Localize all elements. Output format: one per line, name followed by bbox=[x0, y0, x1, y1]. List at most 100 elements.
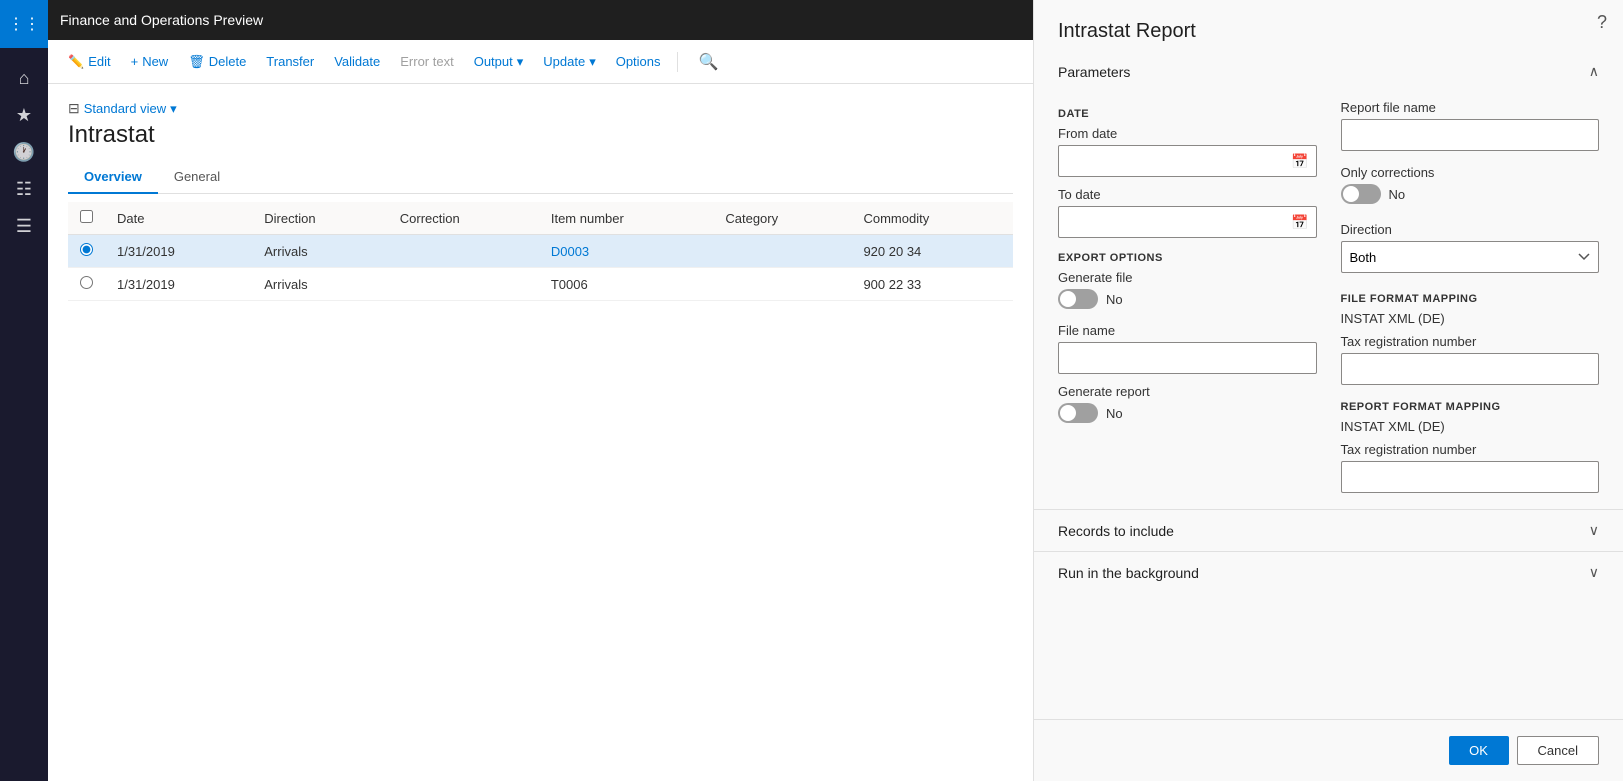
parameters-section-content: DATE From date 📅 To date 📅 EXPORT OPT bbox=[1034, 92, 1623, 509]
select-all-checkbox[interactable] bbox=[80, 210, 93, 223]
generate-report-group: Generate report No bbox=[1058, 384, 1317, 427]
records-section-header[interactable]: Records to include ∨ bbox=[1034, 509, 1623, 551]
generate-file-slider bbox=[1058, 289, 1098, 309]
tab-general[interactable]: General bbox=[158, 161, 236, 194]
options-button[interactable]: Options bbox=[608, 50, 669, 73]
sidebar-item-favorites[interactable]: ★ bbox=[16, 105, 32, 126]
edit-icon: ✏️ bbox=[68, 54, 84, 70]
sidebar: ⋮⋮ ⌂ ★ 🕐 ☷ ☰ bbox=[0, 0, 48, 781]
new-button[interactable]: + New bbox=[123, 50, 177, 73]
sidebar-item-workspaces[interactable]: ☷ bbox=[16, 179, 32, 200]
run-background-chevron-icon: ∨ bbox=[1589, 564, 1599, 581]
records-chevron-icon: ∨ bbox=[1589, 522, 1599, 539]
sidebar-item-recent[interactable]: 🕐 bbox=[13, 142, 35, 163]
cell-direction: Arrivals bbox=[252, 235, 387, 268]
cell-commodity: 900 22 33 bbox=[851, 268, 1013, 301]
generate-file-group: Generate file No bbox=[1058, 270, 1317, 313]
cancel-button[interactable]: Cancel bbox=[1517, 736, 1599, 765]
from-date-group: From date 📅 bbox=[1058, 126, 1317, 177]
direction-select[interactable]: Both Arrivals Dispatches bbox=[1341, 241, 1600, 273]
main-area: Finance and Operations Preview ✏️ Edit +… bbox=[48, 0, 1033, 781]
row-radio-1[interactable] bbox=[80, 243, 93, 256]
from-date-label: From date bbox=[1058, 126, 1317, 141]
transfer-button[interactable]: Transfer bbox=[258, 50, 322, 73]
cell-date: 1/31/2019 bbox=[105, 268, 252, 301]
edit-button[interactable]: ✏️ Edit bbox=[60, 50, 119, 74]
col-commodity: Commodity bbox=[851, 202, 1013, 235]
ok-button[interactable]: OK bbox=[1449, 736, 1509, 765]
toolbar-separator bbox=[677, 52, 678, 72]
only-corrections-label: Only corrections bbox=[1341, 165, 1600, 180]
generate-report-slider bbox=[1058, 403, 1098, 423]
file-format-tax-label: Tax registration number bbox=[1341, 334, 1600, 349]
row-radio-2[interactable] bbox=[80, 276, 93, 289]
grid-icon: ⋮⋮ bbox=[8, 14, 40, 34]
report-file-name-group: Report file name bbox=[1341, 100, 1600, 151]
run-background-section-title: Run in the background bbox=[1058, 565, 1199, 581]
cell-category bbox=[713, 235, 851, 268]
col-category: Category bbox=[713, 202, 851, 235]
table-row[interactable]: 1/31/2019 Arrivals T0006 900 22 33 bbox=[68, 268, 1013, 301]
only-corrections-group: Only corrections No bbox=[1341, 165, 1600, 208]
direction-group: Direction Both Arrivals Dispatches bbox=[1341, 222, 1600, 273]
sidebar-item-modules[interactable]: ☰ bbox=[16, 216, 32, 237]
calendar-icon[interactable]: 📅 bbox=[1291, 153, 1308, 170]
generate-file-label: Generate file bbox=[1058, 270, 1317, 285]
tabs: Overview General bbox=[68, 161, 1013, 194]
file-name-input[interactable] bbox=[1058, 342, 1317, 374]
generate-report-toggle[interactable] bbox=[1058, 403, 1098, 423]
update-button[interactable]: Update ▾ bbox=[535, 50, 603, 74]
report-file-name-input[interactable] bbox=[1341, 119, 1600, 151]
toolbar: ✏️ Edit + New 🗑 Delete Transfer Validate… bbox=[48, 40, 1033, 84]
table-row[interactable]: 1/31/2019 Arrivals D0003 920 20 34 bbox=[68, 235, 1013, 268]
app-grid-button[interactable]: ⋮⋮ bbox=[0, 0, 48, 48]
search-button[interactable]: 🔍 bbox=[694, 47, 724, 77]
only-corrections-slider bbox=[1341, 184, 1381, 204]
error-text-button[interactable]: Error text bbox=[392, 50, 461, 73]
generate-file-no-label: No bbox=[1106, 292, 1123, 307]
cell-direction: Arrivals bbox=[252, 268, 387, 301]
only-corrections-toggle[interactable] bbox=[1341, 184, 1381, 204]
update-chevron-icon: ▾ bbox=[589, 54, 596, 70]
page-title: Intrastat bbox=[68, 121, 1013, 149]
cell-item-number: T0006 bbox=[539, 268, 714, 301]
to-date-group: To date 📅 bbox=[1058, 187, 1317, 238]
tab-overview[interactable]: Overview bbox=[68, 161, 158, 194]
report-format-tax-label: Tax registration number bbox=[1341, 442, 1600, 457]
col-correction: Correction bbox=[388, 202, 539, 235]
only-corrections-toggle-container: No bbox=[1341, 184, 1600, 204]
report-format-tax-group: Tax registration number bbox=[1341, 442, 1600, 493]
file-format-mapping-title: FILE FORMAT MAPPING bbox=[1341, 293, 1600, 305]
cell-item-number[interactable]: D0003 bbox=[539, 235, 714, 268]
export-options-title: EXPORT OPTIONS bbox=[1058, 252, 1317, 264]
file-name-label: File name bbox=[1058, 323, 1317, 338]
panel-footer: OK Cancel bbox=[1034, 719, 1623, 781]
output-button[interactable]: Output ▾ bbox=[466, 50, 532, 74]
from-date-input[interactable] bbox=[1058, 145, 1317, 177]
calendar-icon-to[interactable]: 📅 bbox=[1291, 214, 1308, 231]
top-bar: Finance and Operations Preview bbox=[48, 0, 1033, 40]
col-direction: Direction bbox=[252, 202, 387, 235]
generate-file-toggle[interactable] bbox=[1058, 289, 1098, 309]
col-date: Date bbox=[105, 202, 252, 235]
file-format-tax-input[interactable] bbox=[1341, 353, 1600, 385]
to-date-input[interactable] bbox=[1058, 206, 1317, 238]
report-format-mapping-title: REPORT FORMAT MAPPING bbox=[1341, 401, 1600, 413]
sidebar-item-home[interactable]: ⌂ bbox=[19, 68, 30, 89]
generate-report-toggle-container: No bbox=[1058, 403, 1317, 423]
params-left-col: DATE From date 📅 To date 📅 EXPORT OPT bbox=[1058, 100, 1317, 493]
from-date-input-wrapper: 📅 bbox=[1058, 145, 1317, 177]
help-icon[interactable]: ? bbox=[1597, 12, 1607, 33]
report-format-tax-input[interactable] bbox=[1341, 461, 1600, 493]
delete-button[interactable]: 🗑 Delete bbox=[180, 50, 254, 74]
validate-button[interactable]: Validate bbox=[326, 50, 388, 73]
params-right-col: Report file name Only corrections No Dir… bbox=[1341, 100, 1600, 493]
run-background-section-header[interactable]: Run in the background ∨ bbox=[1034, 551, 1623, 593]
content-area: ⊟ Standard view ▾ Intrastat Overview Gen… bbox=[48, 84, 1033, 781]
to-date-label: To date bbox=[1058, 187, 1317, 202]
parameters-two-col: DATE From date 📅 To date 📅 EXPORT OPT bbox=[1058, 100, 1599, 493]
parameters-section-header[interactable]: Parameters ∧ bbox=[1034, 51, 1623, 92]
view-selector[interactable]: ⊟ Standard view ▾ bbox=[68, 100, 1013, 117]
report-format-mapping-value: INSTAT XML (DE) bbox=[1341, 419, 1600, 434]
to-date-input-wrapper: 📅 bbox=[1058, 206, 1317, 238]
